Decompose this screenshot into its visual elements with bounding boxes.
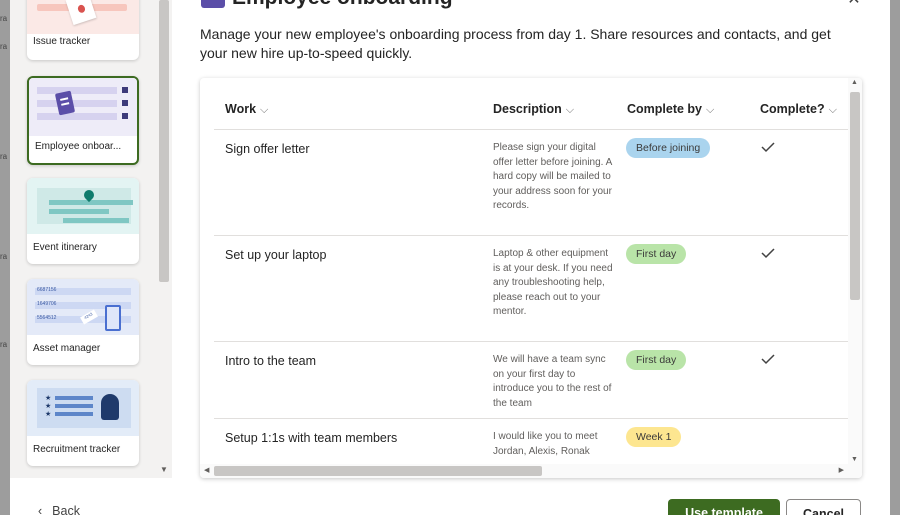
event-itinerary-thumbnail: [27, 178, 139, 234]
complete-by-pill: First day: [626, 244, 687, 264]
scroll-up-icon[interactable]: ▲: [851, 79, 858, 86]
template-card-recruitment-tracker[interactable]: ★ ★ ★ Recruitment tracker: [27, 380, 139, 466]
issue-tracker-thumbnail: [27, 0, 139, 34]
work-cell: Intro to the team: [225, 354, 317, 368]
asset-manager-thumbnail: 6687156 1649706 5564512 4243: [27, 279, 139, 335]
template-card-label: Asset manager: [33, 343, 101, 354]
table-row[interactable]: Intro to the team We will have a team sy…: [214, 342, 848, 419]
table-vertical-scrollbar[interactable]: ▲ ▼: [848, 78, 862, 464]
checkmark-icon: [761, 248, 775, 259]
background-text-fragment: ra: [0, 42, 8, 51]
dialog-title: Employee onboarding: [232, 0, 453, 10]
work-cell: Set up your laptop: [225, 248, 327, 262]
description-cell: I would like you to meet Jordan, Alexis,…: [493, 431, 598, 457]
thumb-text: 6687156: [37, 287, 57, 293]
complete-by-pill: First day: [626, 350, 687, 370]
thumb-text: 1649706: [37, 301, 57, 307]
employee-onboarding-thumbnail: [29, 78, 137, 136]
template-card-asset-manager[interactable]: 6687156 1649706 5564512 4243 Asset manag…: [27, 279, 139, 365]
work-cell: Setup 1:1s with team members: [225, 431, 398, 445]
bug-report-icon: [65, 0, 97, 26]
person-icon: [101, 394, 119, 420]
background-text-fragment: ra: [0, 14, 8, 23]
chevron-left-icon: ‹: [38, 504, 43, 515]
template-card-issue-tracker[interactable]: Issue tracker: [27, 0, 139, 60]
scrollbar-thumb[interactable]: [159, 0, 169, 282]
table-horizontal-scrollbar[interactable]: ◀ ▶: [200, 464, 862, 478]
description-cell: We will have a team sync on your first d…: [493, 354, 612, 409]
template-dialog: Issue tracker Employee onboar... Event i…: [10, 0, 890, 515]
scroll-down-icon[interactable]: ▼: [851, 456, 858, 463]
template-card-label: Recruitment tracker: [33, 444, 121, 455]
chevron-down-icon[interactable]: ⌵: [566, 104, 574, 116]
table-row[interactable]: Set up your laptop Laptop & other equipm…: [214, 236, 848, 342]
template-card-label: Event itinerary: [33, 242, 97, 253]
use-template-button[interactable]: Use template: [668, 499, 780, 515]
scrollbar-thumb[interactable]: [214, 466, 542, 476]
checkmark-icon: [761, 354, 775, 365]
template-card-label: Issue tracker: [33, 36, 91, 47]
complete-by-pill: Week 1: [626, 427, 682, 447]
scroll-down-icon[interactable]: ▼: [160, 465, 168, 474]
template-card-label: Employee onboar...: [35, 141, 122, 152]
template-list-scrollbar[interactable]: ▼: [156, 0, 172, 478]
template-preview-table: Work ⌵ Description ⌵ Complete by ⌵ Complete…: [200, 78, 862, 478]
device-icon: [105, 305, 121, 331]
scrollbar-thumb[interactable]: [850, 92, 860, 300]
dialog-description: Manage your new employee's onboarding pr…: [200, 26, 831, 61]
recruitment-tracker-thumbnail: ★ ★ ★: [27, 380, 139, 436]
lists-app-icon: [201, 0, 225, 8]
star-icon: ★ ★ ★: [45, 395, 52, 418]
complete-by-pill: Before joining: [626, 138, 711, 158]
thumb-text: 5564512: [37, 315, 57, 321]
close-icon[interactable]: ✕: [846, 0, 862, 8]
description-cell: Laptop & other equipment is at your desk…: [493, 248, 613, 317]
background-text-fragment: ra: [0, 340, 8, 349]
background-text-fragment: ra: [0, 252, 8, 261]
cancel-button[interactable]: Cancel: [786, 499, 861, 515]
template-card-employee-onboarding[interactable]: Employee onboar...: [27, 76, 139, 165]
template-list: Issue tracker Employee onboar... Event i…: [10, 0, 170, 478]
back-label: Back: [52, 504, 80, 515]
scroll-right-icon[interactable]: ▶: [839, 466, 844, 474]
back-button[interactable]: ‹ Back: [38, 504, 80, 515]
badge-icon: [54, 90, 76, 116]
template-card-event-itinerary[interactable]: Event itinerary: [27, 178, 139, 264]
chevron-down-icon[interactable]: ⌵: [829, 104, 837, 116]
column-header-work[interactable]: Work ⌵: [225, 102, 268, 117]
chevron-down-icon[interactable]: ⌵: [706, 104, 714, 116]
checkmark-icon: [761, 142, 775, 153]
work-cell: Sign offer letter: [225, 142, 310, 156]
column-header-description[interactable]: Description ⌵: [493, 102, 574, 117]
table-row[interactable]: Sign offer letter Please sign your digit…: [214, 130, 848, 236]
scroll-left-icon[interactable]: ◀: [204, 466, 209, 474]
column-header-complete-by[interactable]: Complete by ⌵: [627, 102, 714, 117]
description-cell: Please sign your digital offer letter be…: [493, 142, 612, 211]
chevron-down-icon[interactable]: ⌵: [260, 104, 268, 116]
background-text-fragment: ra: [0, 152, 8, 161]
column-header-complete[interactable]: Complete? ⌵: [760, 102, 837, 117]
